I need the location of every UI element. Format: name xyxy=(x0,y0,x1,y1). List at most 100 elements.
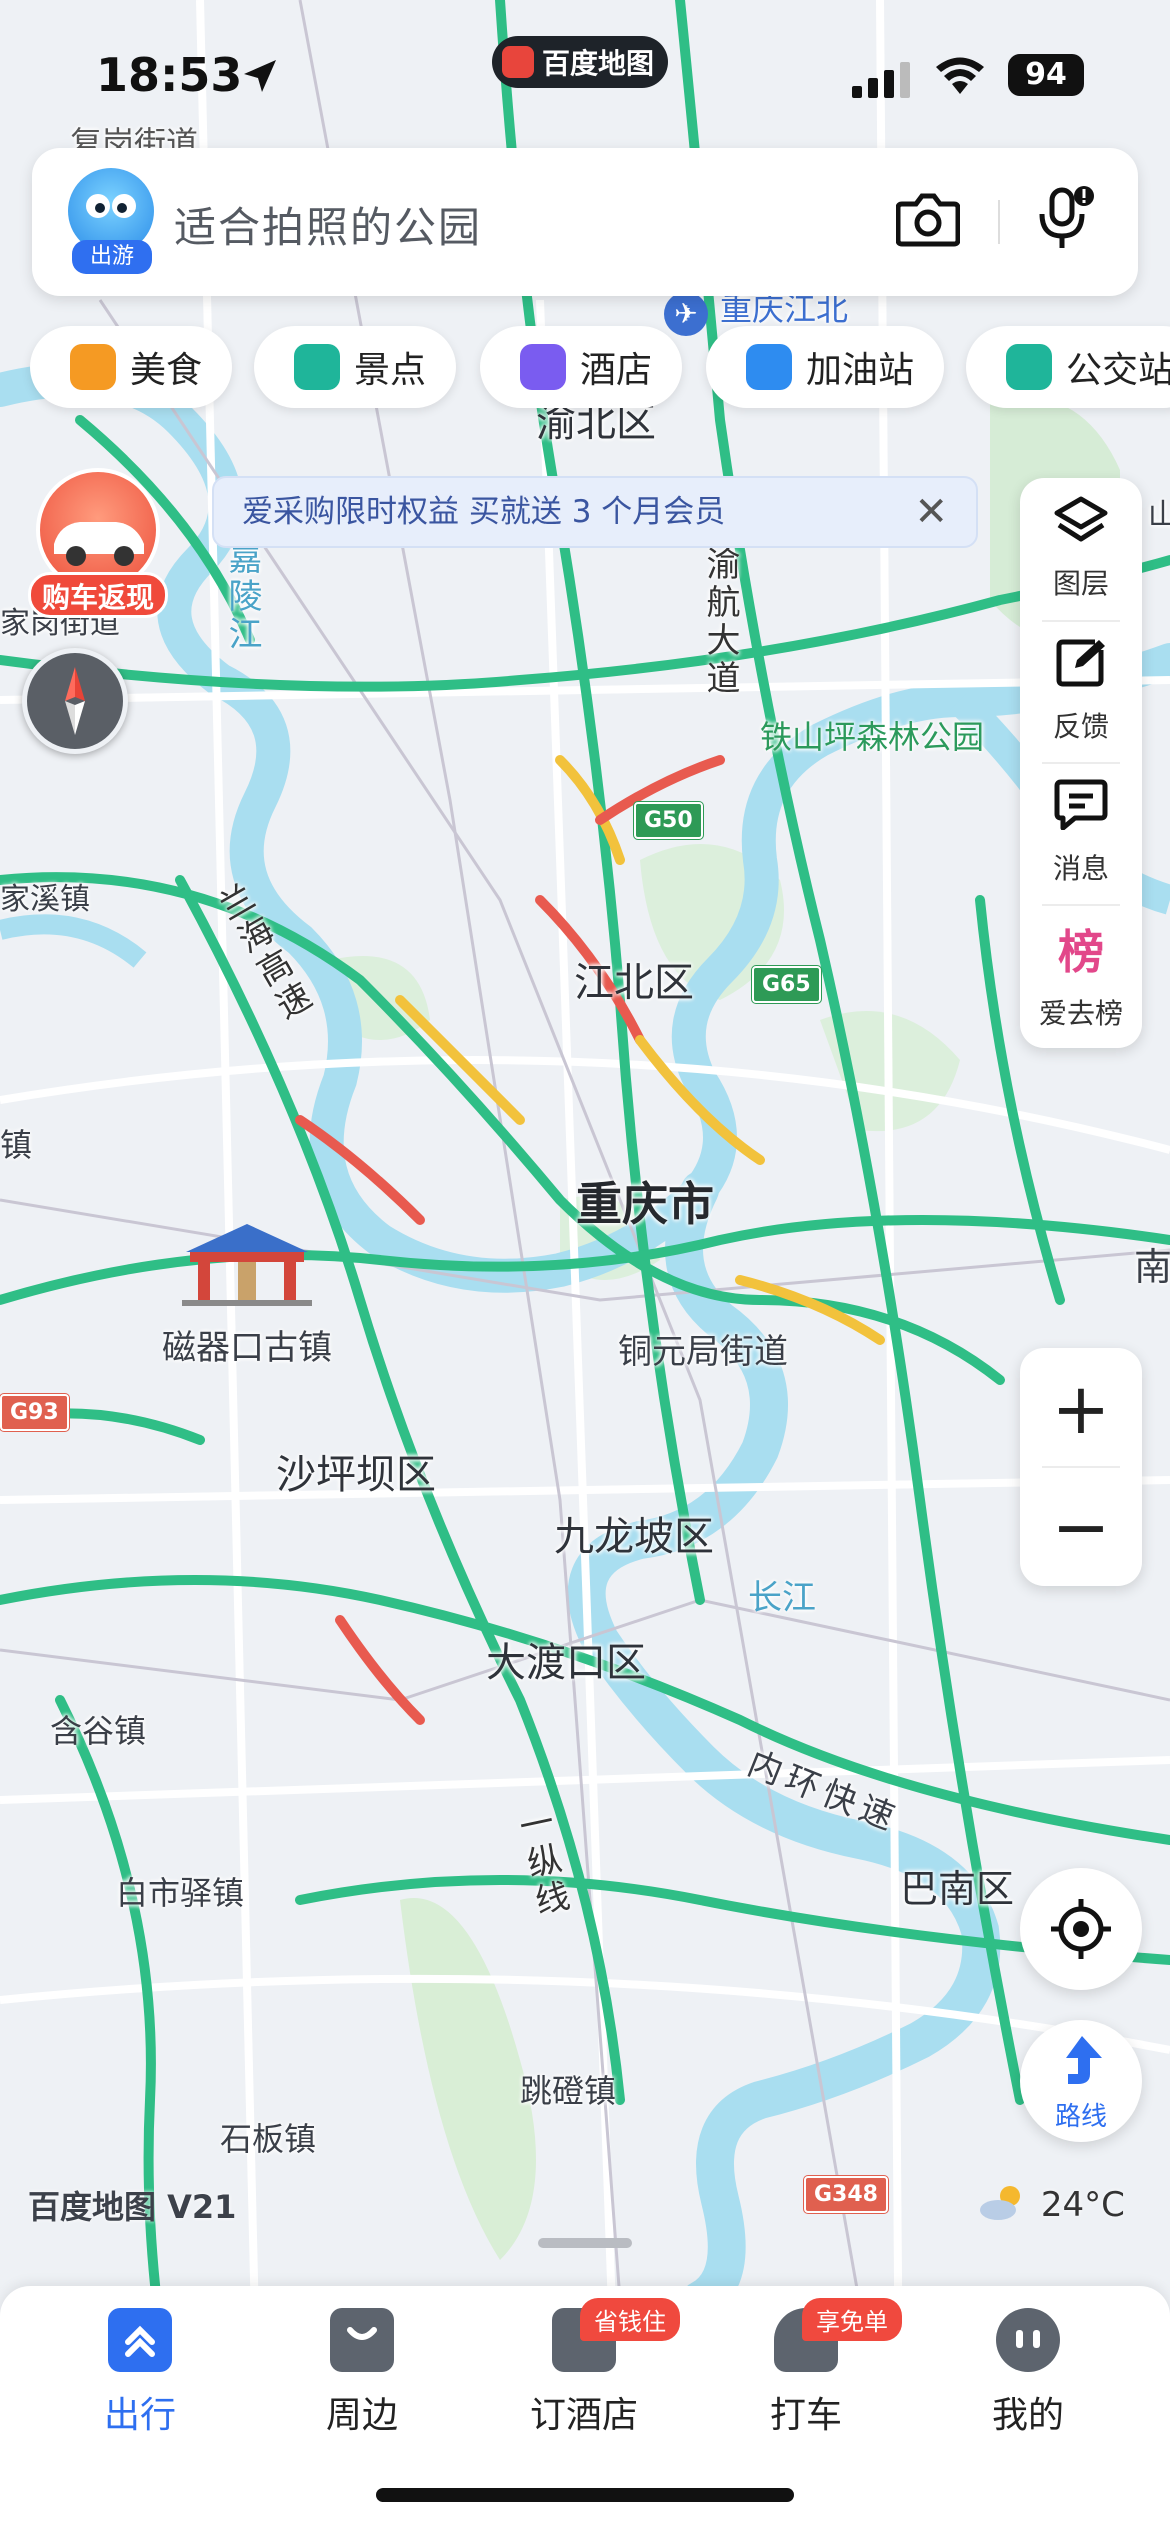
weather-widget[interactable]: 24°C xyxy=(976,2182,1125,2231)
chip-hotel[interactable]: 酒店 xyxy=(480,326,683,408)
hotel-icon xyxy=(520,344,566,390)
home-indicator[interactable] xyxy=(376,2488,794,2502)
mic-icon[interactable] xyxy=(1034,186,1094,256)
nearby-icon xyxy=(330,2308,394,2372)
map-watermark: 百度地图 V21 xyxy=(28,2188,237,2226)
ranking-icon: 榜 xyxy=(1058,925,1104,979)
status-time: 18:53 xyxy=(96,48,243,102)
chip-bus-stop[interactable]: 公交站 xyxy=(966,326,1170,408)
compass-icon[interactable] xyxy=(22,648,128,754)
map-label-jialing-river: 嘉陵江 xyxy=(222,540,262,654)
promo-banner[interactable]: 爱采购限时权益 买就送 3 个月会员 ✕ xyxy=(212,476,978,548)
map-label-jiangbei: 江北区 xyxy=(574,960,694,1006)
baidu-map-logo-icon xyxy=(502,46,534,78)
route-arrow-icon xyxy=(1058,2034,1106,2098)
map-label-shapingba: 沙坪坝区 xyxy=(276,1452,436,1498)
search-bar[interactable]: 出游 适合拍照的公园 xyxy=(32,148,1138,296)
map-label-nan: 南 xyxy=(1134,1245,1170,1289)
road-shield-g348: G348 xyxy=(804,2176,888,2213)
locate-icon xyxy=(1047,1895,1115,1967)
map-label-tongyuanju: 铜元局街道 xyxy=(618,1332,788,1372)
tab-label: 订酒店 xyxy=(529,2395,638,2436)
layers-icon xyxy=(1053,495,1109,552)
map-label-dadukou: 大渡口区 xyxy=(486,1640,646,1686)
road-shield-g93: G93 xyxy=(0,1394,69,1431)
ranking-label: 爱去榜 xyxy=(1038,997,1123,1030)
map-label-banan: 巴南区 xyxy=(900,1867,1015,1911)
location-arrow-icon xyxy=(240,56,280,100)
zoom-out-button[interactable]: − xyxy=(1020,1468,1142,1586)
map-tools-panel: 图层 反馈 消息 榜 爱去榜 xyxy=(1020,478,1142,1048)
search-input[interactable]: 适合拍照的公园 xyxy=(174,194,482,255)
map-label-city: 重庆市 xyxy=(576,1177,714,1231)
map-label-hangu: 含谷镇 xyxy=(50,1712,147,1750)
tab-hotel-booking[interactable]: 省钱住 订酒店 xyxy=(484,2298,684,2478)
car-cashback-promo[interactable]: 购车返现 xyxy=(28,468,168,618)
chip-label: 公交站 xyxy=(1066,350,1170,391)
tab-label: 我的 xyxy=(991,2395,1064,2436)
scenic-icon xyxy=(294,344,340,390)
map-label-shan: 山 xyxy=(1148,498,1170,533)
close-icon[interactable]: ✕ xyxy=(914,478,948,546)
feedback-label: 反馈 xyxy=(1052,709,1109,743)
chip-gas-station[interactable]: 加油站 xyxy=(706,326,945,408)
chip-scenic[interactable]: 景点 xyxy=(254,326,457,408)
locate-button[interactable] xyxy=(1020,1868,1142,1990)
sheet-drag-handle[interactable] xyxy=(538,2238,632,2248)
tab-badge: 享免单 xyxy=(802,2298,902,2341)
travel-tag[interactable]: 出游 xyxy=(72,240,152,274)
travel-icon xyxy=(108,2308,172,2372)
messages-label: 消息 xyxy=(1052,851,1109,885)
tab-label: 周边 xyxy=(325,2395,398,2436)
map-label-shiban: 石板镇 xyxy=(220,2120,317,2158)
map-label-jiaxi: 家溪镇 xyxy=(0,882,90,917)
message-icon xyxy=(1053,778,1109,837)
feedback-icon xyxy=(1055,636,1107,695)
cellular-signal-icon xyxy=(852,60,912,102)
app-name: 百度地图 xyxy=(542,47,655,80)
tab-nearby[interactable]: 周边 xyxy=(262,2308,462,2478)
ranking-button[interactable]: 榜 爱去榜 xyxy=(1020,904,1142,1044)
tab-profile[interactable]: 我的 xyxy=(928,2308,1128,2478)
map-label-tieshanping[interactable]: 铁山坪森林公园 xyxy=(760,712,984,758)
airport-icon[interactable]: ✈ xyxy=(664,292,708,336)
weather-temp: 24°C xyxy=(1040,2185,1125,2225)
chip-food[interactable]: 美食 xyxy=(30,326,233,408)
battery-indicator: 94 xyxy=(1008,54,1084,96)
tab-travel[interactable]: 出行 xyxy=(40,2308,240,2478)
tab-label: 出行 xyxy=(103,2395,176,2436)
banner-text: 爱采购限时权益 买就送 3 个月会员 xyxy=(242,494,726,530)
weather-cloud-sun-icon xyxy=(976,2182,1030,2231)
road-shield-g65: G65 xyxy=(752,966,821,1003)
road-shield-g50: G50 xyxy=(634,802,703,839)
tab-badge: 省钱住 xyxy=(580,2298,680,2341)
map-label-tiaodeng: 跳磴镇 xyxy=(520,2072,617,2110)
layers-button[interactable]: 图层 xyxy=(1020,478,1142,618)
camera-icon[interactable] xyxy=(895,190,961,252)
bus-icon xyxy=(1006,344,1052,390)
map-label-yuhang-avenue: 渝航大道 xyxy=(700,546,740,698)
wifi-icon xyxy=(934,56,986,100)
promo-label: 购车返现 xyxy=(28,572,168,618)
route-button[interactable]: 路线 xyxy=(1020,2020,1142,2142)
gas-station-icon xyxy=(746,344,792,390)
map-label-ciqikou[interactable]: 磁器口古镇 xyxy=(162,1320,332,1369)
map-label-jiulongpo: 九龙坡区 xyxy=(554,1514,714,1560)
ciqikou-poi-icon[interactable] xyxy=(176,1218,318,1308)
profile-icon xyxy=(996,2308,1060,2372)
map-label-yangtze: 长江 xyxy=(748,1578,816,1618)
tab-taxi[interactable]: 享免单 打车 xyxy=(706,2298,906,2478)
food-icon xyxy=(70,344,116,390)
chip-label: 景点 xyxy=(354,350,427,391)
chip-label: 酒店 xyxy=(580,350,653,391)
feedback-button[interactable]: 反馈 xyxy=(1020,620,1142,760)
zoom-controls: + − xyxy=(1020,1348,1142,1586)
search-divider xyxy=(998,200,1000,244)
zoom-in-button[interactable]: + xyxy=(1020,1350,1142,1468)
chip-label: 加油站 xyxy=(806,350,915,391)
route-label: 路线 xyxy=(1054,2102,1107,2132)
chip-label: 美食 xyxy=(130,350,203,391)
app-indicator-pill[interactable]: 百度地图 xyxy=(492,36,669,88)
tab-label: 打车 xyxy=(769,2395,842,2436)
messages-button[interactable]: 消息 xyxy=(1020,762,1142,902)
